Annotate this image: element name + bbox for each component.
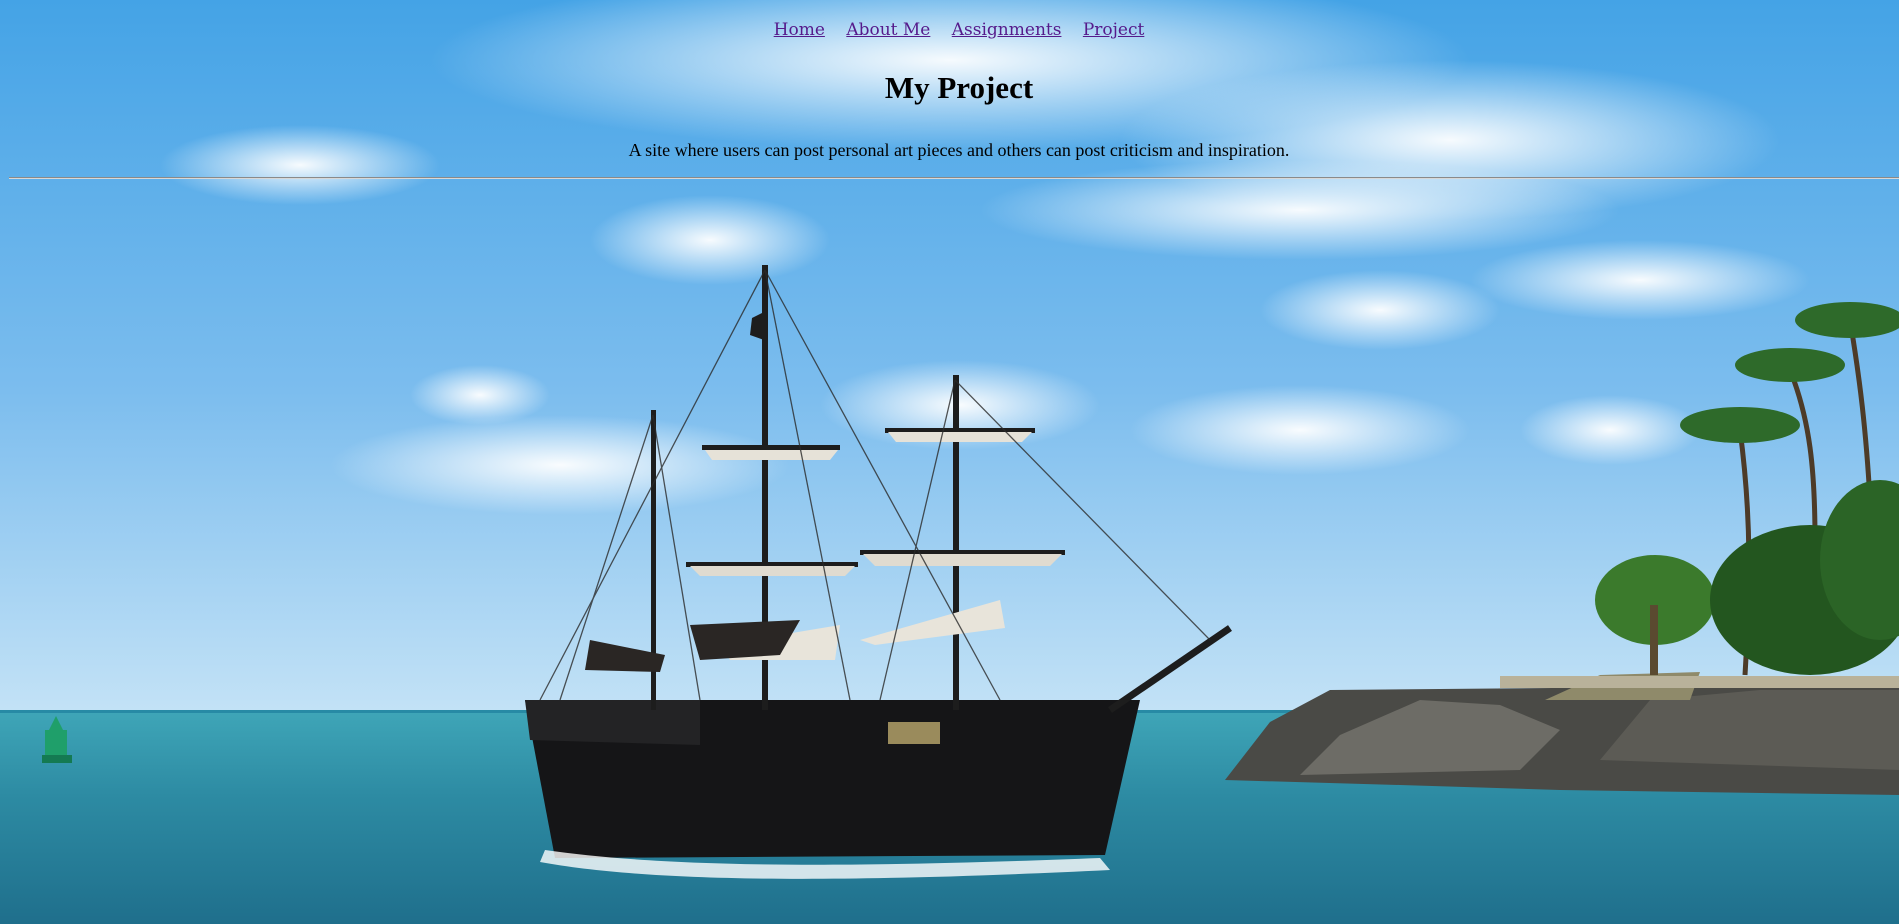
- nav-link-assignments[interactable]: Assignments: [952, 20, 1062, 40]
- page-description: A site where users can post personal art…: [628, 140, 1290, 160]
- page-title: My Project: [884, 70, 1034, 105]
- nav-link-project[interactable]: Project: [1083, 20, 1144, 40]
- nav-link-home[interactable]: Home: [774, 20, 825, 40]
- nav-link-about-me[interactable]: About Me: [846, 20, 930, 40]
- header-divider: [9, 177, 1899, 179]
- background-photo: [0, 0, 1899, 924]
- site-nav: Home About Me Assignments Project: [0, 20, 1899, 40]
